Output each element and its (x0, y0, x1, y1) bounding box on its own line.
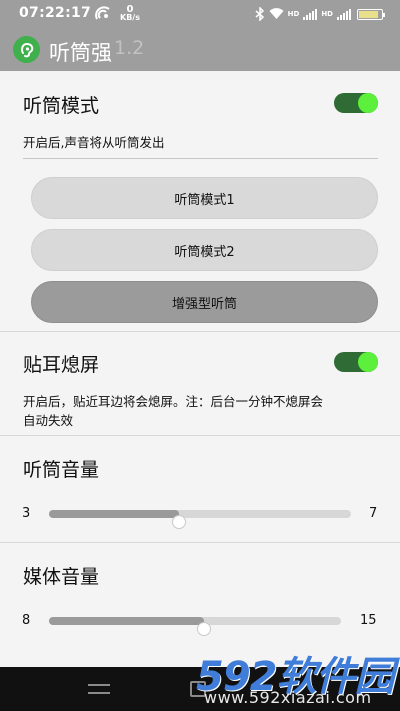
back-icon[interactable] (88, 681, 110, 697)
status-left-icons: 0 KB/s (94, 5, 140, 23)
media-volume-title: 媒体音量 (23, 566, 100, 588)
earpiece-mode-toggle[interactable] (334, 93, 378, 113)
section-divider (0, 542, 400, 543)
battery-icon (357, 8, 385, 20)
earpiece-volume-track[interactable] (49, 510, 351, 529)
screen-off-toggle[interactable] (334, 352, 378, 372)
watermark-url: www.592xiazai.com (204, 688, 372, 707)
hotspot-icon (95, 6, 110, 20)
media-volume-thumb[interactable] (196, 622, 211, 636)
media-volume-slider[interactable]: 8 15 (0, 609, 400, 636)
screen-off-description-line2: 自动失效 (23, 413, 74, 428)
screen-off-title: 贴耳熄屏 (23, 354, 100, 376)
divider (23, 158, 378, 159)
watermark: 592软件园 www.592xiazai.com (196, 644, 394, 710)
earpiece-volume-thumb[interactable] (171, 515, 186, 529)
earpiece-mode-1-button[interactable]: 听筒模式1 (31, 177, 378, 219)
bluetooth-icon (255, 7, 264, 21)
app-version: 1.2 (114, 37, 145, 59)
network-type-1: HD (287, 10, 300, 18)
ear-icon (13, 36, 40, 63)
status-time: 07:22:17 (19, 5, 92, 21)
earpiece-volume-slider[interactable]: 3 7 (0, 502, 400, 529)
screen-off-description-line1: 开启后，贴近耳边将会熄屏。注：后台一分钟不熄屏会 (23, 394, 324, 409)
screen-off-description: 开启后，贴近耳边将会熄屏。注：后台一分钟不熄屏会 自动失效 (23, 392, 323, 430)
earpiece-mode-description: 开启后,声音将从听筒发出 (23, 135, 165, 150)
enhanced-earpiece-button[interactable]: 增强型听筒 (31, 281, 378, 323)
app-bar: 听筒强 1.2 (0, 27, 400, 71)
earpiece-volume-fill (49, 510, 179, 518)
section-divider (0, 331, 400, 332)
earpiece-mode-2-button[interactable]: 听筒模式2 (31, 229, 378, 271)
status-right-icons: HD HD (255, 5, 385, 23)
media-volume-fill (49, 617, 204, 625)
signal-icon (303, 8, 318, 20)
media-volume-min: 8 (22, 613, 31, 628)
earpiece-mode-title: 听筒模式 (23, 95, 100, 117)
earpiece-volume-max: 7 (369, 506, 378, 521)
section-divider (0, 435, 400, 436)
signal-icon-2 (337, 8, 351, 20)
network-speed: 0 KB/s (120, 5, 140, 22)
media-volume-max: 15 (360, 613, 377, 628)
earpiece-volume-title: 听筒音量 (23, 459, 100, 481)
media-volume-track[interactable] (49, 617, 341, 636)
app-title: 听筒强 (49, 41, 112, 65)
earpiece-volume-min: 3 (22, 506, 31, 521)
wifi-icon (269, 8, 284, 19)
network-speed-unit: KB/s (120, 13, 140, 22)
status-bar: 07:22:17 0 KB/s HD HD (0, 0, 400, 27)
network-type-2: HD (321, 10, 333, 18)
